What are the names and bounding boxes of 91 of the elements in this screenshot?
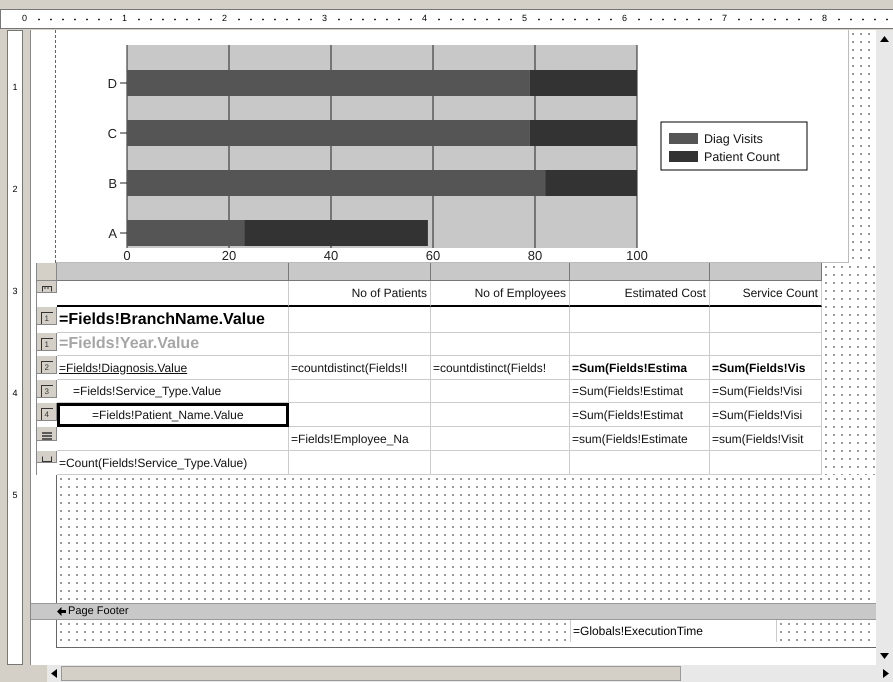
category-label: C [108, 126, 117, 141]
table-cell[interactable]: =Sum(Fields!Estimat [570, 403, 710, 427]
column-handle[interactable] [57, 263, 289, 281]
axis-label: 40 [324, 248, 338, 263]
legend-label: Diag Visits [704, 132, 763, 146]
left-arrow-icon[interactable] [51, 669, 57, 678]
table-cell[interactable] [431, 427, 570, 451]
ruler-number: 1 [12, 81, 18, 94]
table-cell[interactable]: =Fields!Service_Type.Value [57, 380, 289, 403]
up-arrow-icon[interactable] [880, 36, 889, 42]
column-handle[interactable] [289, 263, 431, 281]
table-cell[interactable] [570, 451, 710, 475]
table-cell[interactable]: =countdistinct(Fields!I [289, 356, 431, 380]
table-cell[interactable]: =Fields!Patient_Name.Value [57, 403, 289, 427]
down-arrow-icon[interactable] [880, 653, 889, 659]
chart[interactable]: D C B A 0 20 40 60 80 100 Diag Visits Patient Count [56, 30, 849, 263]
table-cell[interactable]: =Fields!Employee_Na [289, 427, 431, 451]
table-cell[interactable]: =Sum(Fields!Estimat [570, 380, 710, 403]
table-cell[interactable] [710, 333, 822, 356]
table-cell[interactable]: Service Count [710, 281, 822, 307]
axis-label: 100 [626, 248, 648, 263]
category-label: A [108, 226, 117, 241]
vertical-scrollbar[interactable] [876, 30, 893, 665]
table-cell[interactable]: =Fields!BranchName.Value [57, 307, 289, 333]
table-cell[interactable] [57, 427, 289, 451]
table-cell[interactable] [710, 307, 822, 333]
table-cell[interactable] [431, 451, 570, 475]
ruler-number: 4 [12, 387, 18, 400]
tick-mark [120, 232, 128, 234]
table-cell[interactable]: =Sum(Fields!Visi [710, 380, 822, 403]
table-cell[interactable]: =Fields!Diagnosis.Value [57, 356, 289, 380]
horizontal-scrollbar[interactable] [47, 665, 893, 682]
table-cell[interactable] [289, 307, 431, 333]
axis-label: 60 [426, 248, 440, 263]
column-handle[interactable] [431, 263, 570, 281]
legend-label: Patient Count [704, 150, 780, 164]
tick-mark [120, 182, 128, 184]
table-cell[interactable]: No of Patients [289, 281, 431, 307]
table-cell[interactable]: =Sum(Fields!Estima [570, 356, 710, 380]
ruler-number: 5 [522, 12, 528, 26]
table-cell[interactable] [289, 403, 431, 427]
axis-label: 0 [123, 248, 131, 263]
table-cell[interactable]: Estimated Cost [570, 281, 710, 307]
column-handle[interactable] [570, 263, 710, 281]
table-cell[interactable]: =Sum(Fields!Visi [710, 403, 822, 427]
table-cell[interactable] [570, 333, 710, 356]
category-label: D [108, 76, 117, 91]
ruler-number: 7 [722, 12, 728, 26]
table-header-icon [42, 286, 52, 292]
category-label: B [108, 176, 117, 191]
ruler-number: 6 [622, 12, 628, 26]
table[interactable] [36, 263, 822, 475]
tick-mark [120, 82, 128, 84]
table-cell[interactable] [710, 451, 822, 475]
ruler-number: 2 [12, 183, 18, 196]
ruler-number: 8 [822, 12, 828, 26]
table-cell[interactable] [57, 281, 289, 307]
tick-mark [120, 132, 128, 134]
ruler-number: 3 [12, 285, 18, 298]
table-footer-icon [42, 456, 52, 462]
table-cell[interactable] [431, 307, 570, 333]
textbox[interactable]: =Globals!ExecutionTime [570, 620, 777, 642]
ruler-number: 5 [12, 489, 18, 502]
table-cell[interactable]: =Count(Fields!Service_Type.Value) [57, 451, 289, 475]
table-cell[interactable]: =Sum(Fields!Vis [710, 356, 822, 380]
table-cell[interactable] [431, 380, 570, 403]
table-cell[interactable]: No of Employees [431, 281, 570, 307]
ruler-number: 4 [422, 12, 428, 26]
right-arrow-icon[interactable] [883, 669, 889, 678]
ruler-number: 2 [222, 12, 228, 26]
table-cell[interactable] [431, 403, 570, 427]
ruler-number: 0 [22, 12, 28, 26]
arrow-icon [57, 607, 66, 616]
column-handle[interactable] [710, 263, 822, 281]
table-cell[interactable] [289, 333, 431, 356]
page-footer-bar[interactable]: Page Footer [31, 603, 876, 620]
axis-label: 80 [528, 248, 542, 263]
section-title: Page Footer [68, 604, 129, 620]
table-cell[interactable]: =sum(Fields!Estimate [570, 427, 710, 451]
table-corner-handle[interactable] [37, 263, 57, 281]
ruler-number: 1 [122, 12, 128, 26]
table-cell[interactable] [289, 451, 431, 475]
table-cell[interactable]: =sum(Fields!Visit [710, 427, 822, 451]
table-cell[interactable]: =countdistinct(Fields! [431, 356, 570, 380]
table-cell[interactable] [570, 307, 710, 333]
detail-rows-icon [42, 432, 52, 440]
ruler-number: 3 [322, 12, 328, 26]
table-cell[interactable] [289, 380, 431, 403]
scroll-thumb[interactable] [61, 666, 681, 681]
table-cell[interactable] [431, 333, 570, 356]
axis-label: 20 [222, 248, 236, 263]
